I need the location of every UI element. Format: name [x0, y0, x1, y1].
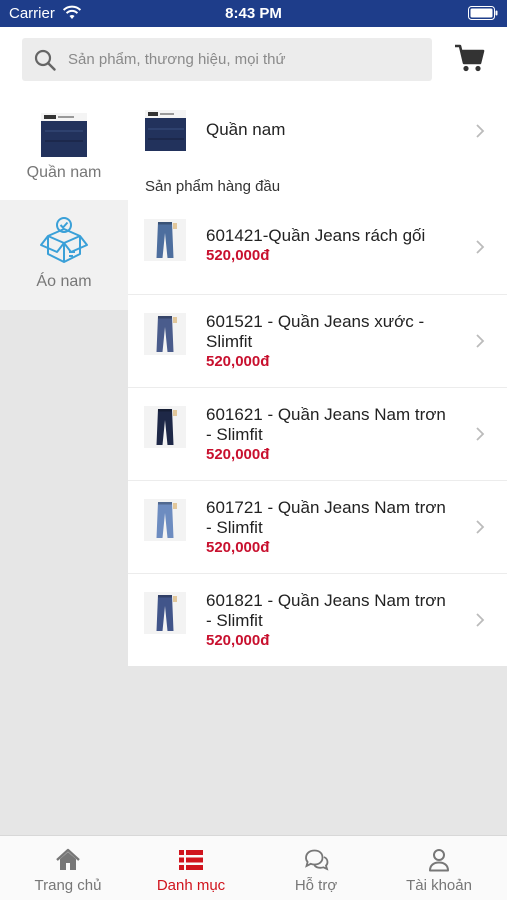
- product-price: 520,000đ: [206, 247, 270, 264]
- product-price: 520,000đ: [206, 446, 270, 463]
- product-name: 601521 - Quần Jeans xước - Slimfit: [206, 312, 425, 351]
- product-price: 520,000đ: [206, 353, 270, 370]
- product-list: 601421-Quần Jeans rách gối 520,000đ 6015…: [128, 201, 507, 666]
- search-input[interactable]: [68, 38, 424, 81]
- product-name: 601721 - Quần Jeans Nam trơn - Slimfit: [206, 498, 446, 537]
- jeans-category-thumbnail: [144, 109, 187, 152]
- tab-label: Tài khoản: [406, 877, 472, 894]
- tab-danh-muc[interactable]: Danh mục: [128, 836, 254, 900]
- product-name: 601421-Quần Jeans rách gối: [206, 226, 426, 245]
- tab-trang-chu[interactable]: Trang chủ: [5, 836, 131, 900]
- product-row[interactable]: 601721 - Quần Jeans Nam trơn - Slimfit 5…: [128, 480, 507, 573]
- chevron-right-icon: [476, 427, 485, 441]
- bottom-tab-bar: Trang chủ Danh mục Hỗ trợ Tài khoản: [0, 835, 507, 900]
- jeans-product-thumbnail: [144, 313, 186, 355]
- chevron-right-icon: [476, 334, 485, 348]
- jeans-product-thumbnail: [144, 406, 186, 448]
- jeans-product-thumbnail: [144, 499, 186, 541]
- subcategory-title: Quần nam: [206, 120, 286, 139]
- home-icon: [56, 848, 80, 870]
- product-name: 601621 - Quần Jeans Nam trơn - Slimfit: [206, 405, 446, 444]
- product-name: 601821 - Quần Jeans Nam trơn - Slimfit: [206, 591, 446, 630]
- section-title: Sản phẩm hàng đầu: [145, 178, 281, 195]
- user-icon: [429, 849, 449, 872]
- chevron-right-icon: [476, 520, 485, 534]
- jeans-product-thumbnail: [144, 219, 186, 261]
- header: [0, 27, 507, 100]
- chat-icon: [305, 849, 329, 871]
- sidebar-item-label: Quần nam: [26, 164, 102, 181]
- chevron-right-icon: [476, 240, 485, 254]
- search-bar[interactable]: [22, 38, 432, 81]
- status-bar: Carrier 8:43 PM: [0, 0, 507, 27]
- category-sidebar: Quần nam Áo nam: [0, 100, 128, 310]
- jeans-product-thumbnail: [144, 592, 186, 634]
- box-icon: [40, 217, 88, 263]
- product-price: 520,000đ: [206, 539, 270, 556]
- tab-label: Trang chủ: [34, 877, 102, 894]
- list-icon: [179, 850, 203, 870]
- subcategory-row-quan-nam[interactable]: Quần nam: [128, 100, 507, 164]
- search-icon: [34, 49, 56, 71]
- tab-label: Hỗ trợ: [294, 877, 338, 894]
- product-row[interactable]: 601821 - Quần Jeans Nam trơn - Slimfit 5…: [128, 573, 507, 666]
- sidebar-item-ao-nam[interactable]: Áo nam: [0, 200, 128, 310]
- chevron-right-icon: [476, 613, 485, 627]
- subcategory-panel: Quần nam Sản phẩm hàng đầu 601421-Quần J…: [128, 100, 507, 666]
- product-price: 520,000đ: [206, 632, 270, 649]
- tab-tai-khoan[interactable]: Tài khoản: [376, 836, 502, 900]
- tab-label: Danh mục: [156, 877, 226, 894]
- sidebar-item-quan-nam[interactable]: Quần nam: [0, 100, 128, 200]
- battery-icon: [468, 6, 498, 20]
- product-row[interactable]: 601621 - Quần Jeans Nam trơn - Slimfit 5…: [128, 387, 507, 480]
- jeans-category-thumbnail: [39, 111, 89, 159]
- clock: 8:43 PM: [225, 5, 282, 22]
- cart-icon[interactable]: [452, 41, 486, 75]
- product-row[interactable]: 601521 - Quần Jeans xước - Slimfit 520,0…: [128, 294, 507, 387]
- sidebar-item-label: Áo nam: [36, 273, 92, 290]
- product-row[interactable]: 601421-Quần Jeans rách gối 520,000đ: [128, 201, 507, 294]
- chevron-right-icon: [476, 124, 485, 138]
- tab-ho-tro[interactable]: Hỗ trợ: [253, 836, 379, 900]
